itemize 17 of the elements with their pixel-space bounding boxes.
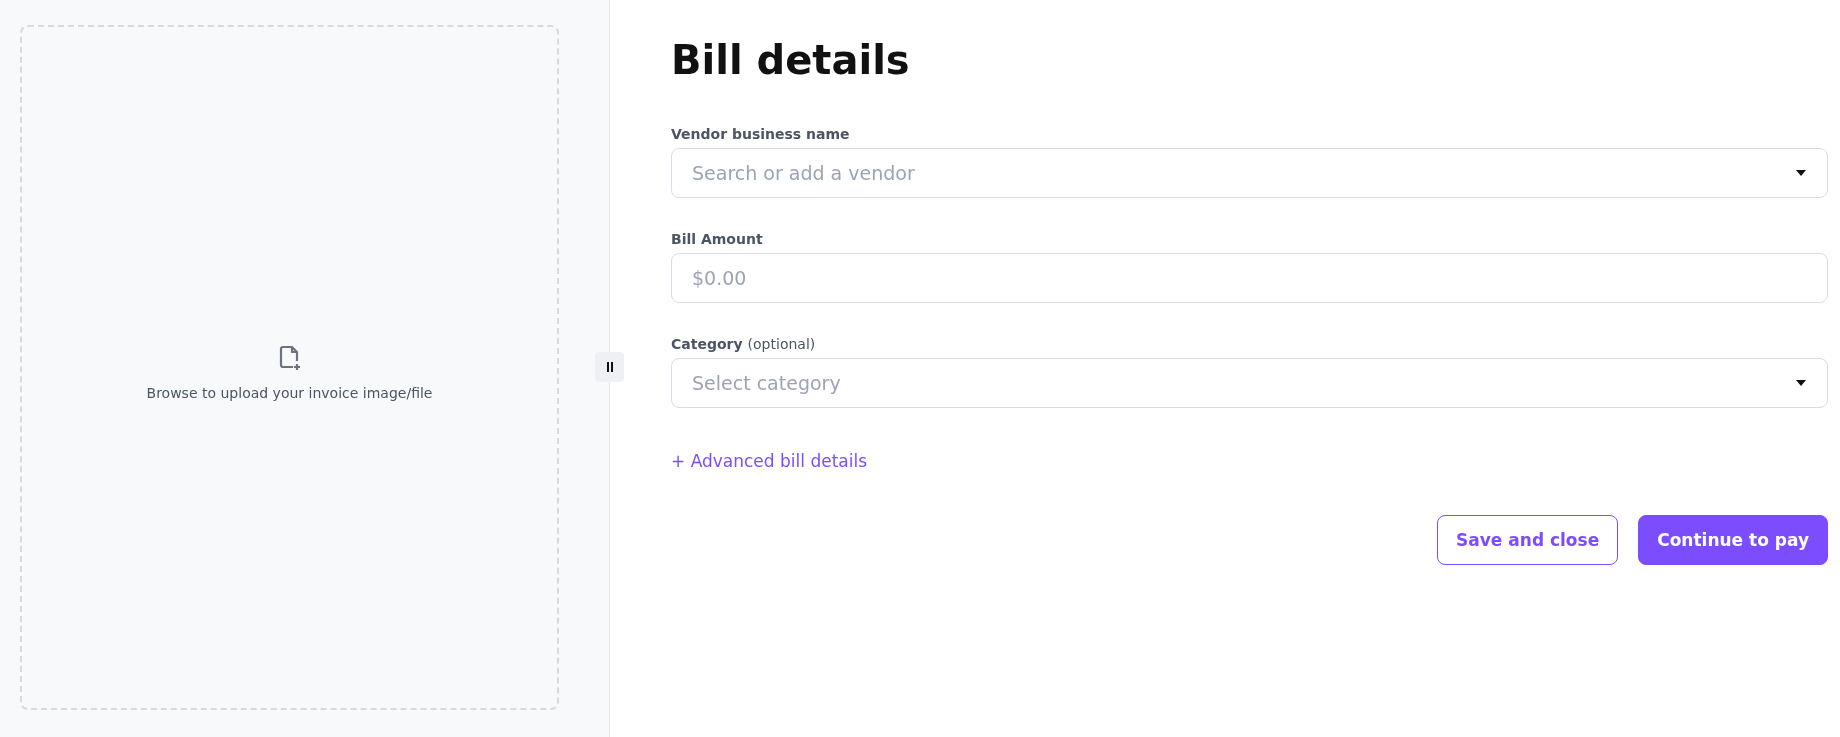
upload-instruction: Browse to upload your invoice image/file (146, 384, 433, 401)
save-button[interactable]: Save and close (1437, 515, 1619, 565)
field-label: Vendor business name (671, 126, 850, 142)
page-title: Bill details (671, 36, 911, 84)
dropdown-field[interactable]: Select category (671, 358, 1828, 408)
pause-icon (605, 362, 614, 372)
resize-handle[interactable] (595, 352, 624, 382)
continue-button[interactable]: Continue to pay (1638, 515, 1828, 565)
field-label: Bill Amount (671, 231, 763, 247)
caret-icon (1796, 380, 1806, 386)
input-field[interactable]: $0.00 (671, 253, 1828, 303)
dropdown-field[interactable]: Search or add a vendor (671, 148, 1828, 198)
upload-dropzone[interactable]: Browse to upload your invoice image/file (20, 25, 559, 710)
file-add-icon (278, 344, 301, 371)
advanced-details-link[interactable]: + Advanced bill details (671, 451, 868, 471)
caret-icon (1796, 170, 1806, 176)
field-label: Category (optional) (671, 336, 816, 352)
